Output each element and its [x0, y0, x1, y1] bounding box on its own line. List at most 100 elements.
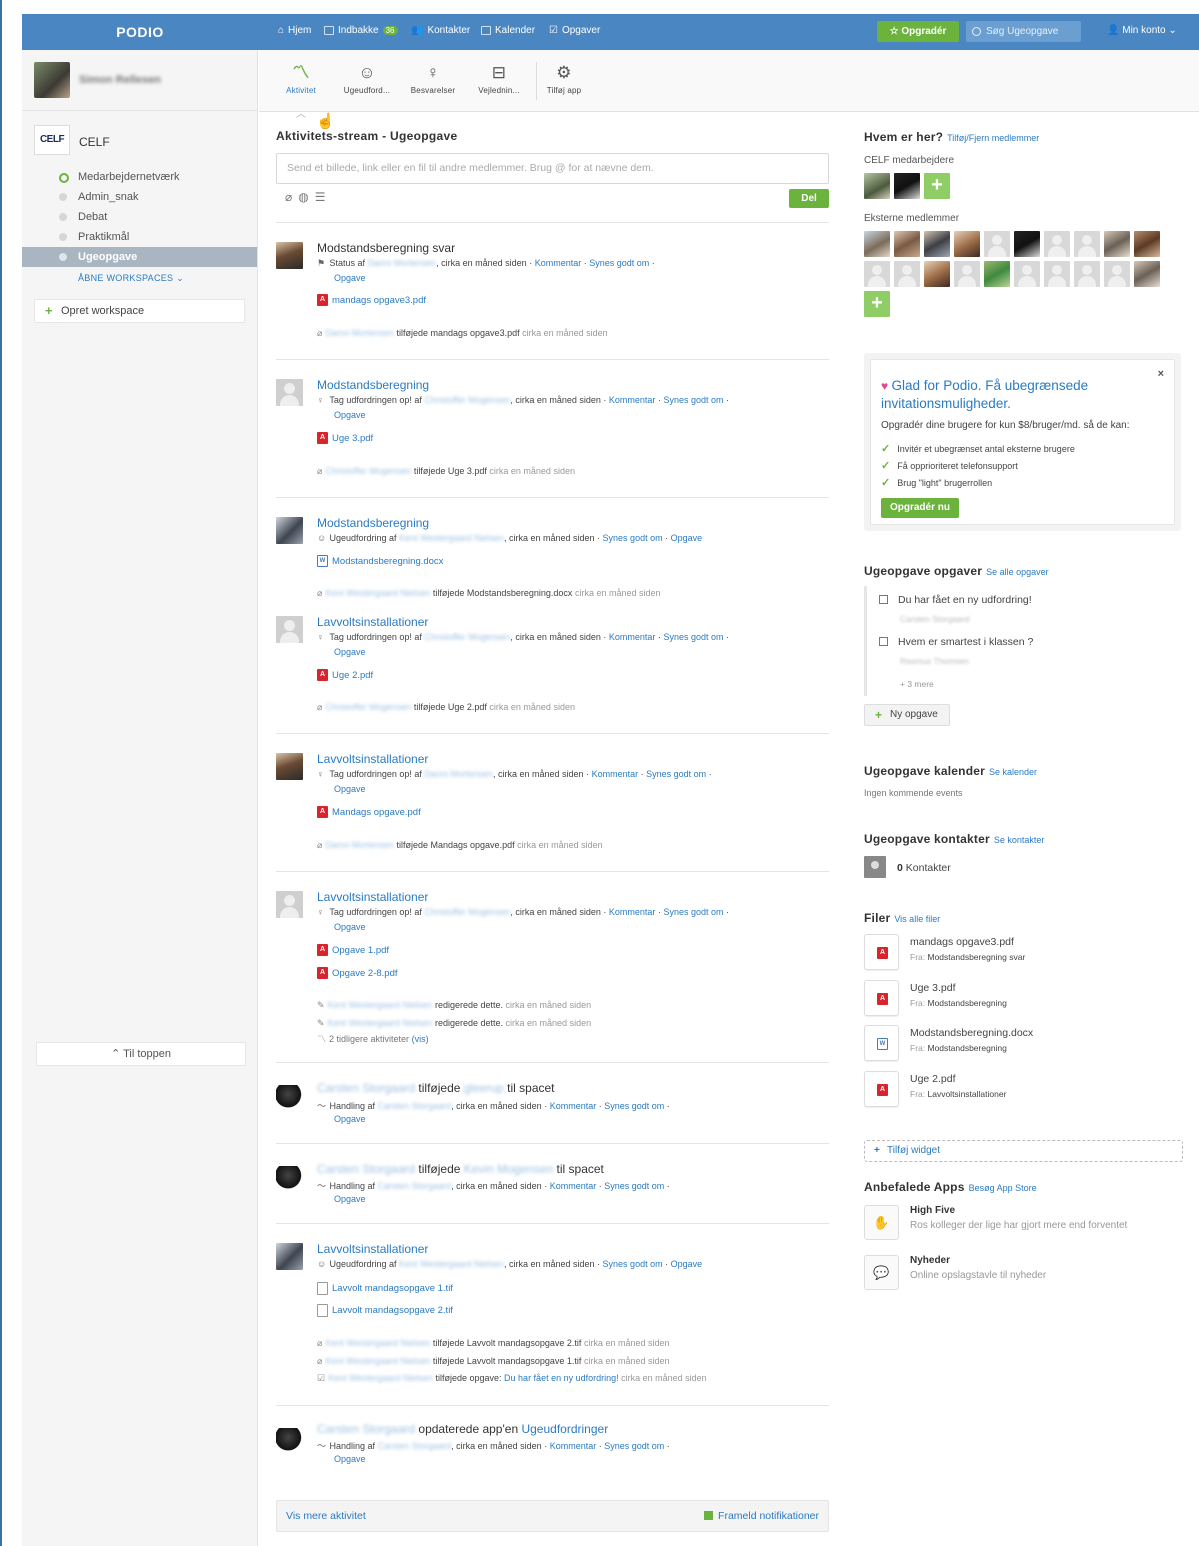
nav-calendar[interactable]: Kalender [481, 25, 535, 36]
avatar[interactable] [894, 261, 920, 287]
nav-tasks[interactable]: ☑ Opgaver [549, 25, 600, 36]
task-link[interactable]: Opgave [334, 1454, 366, 1464]
task-link[interactable]: Opgave [334, 410, 366, 420]
avatar[interactable] [1014, 261, 1040, 287]
nav-inbox[interactable]: Indbakke 36 [324, 25, 398, 36]
see-all-tasks-link[interactable]: Se alle opgaver [986, 567, 1049, 577]
see-all-files-link[interactable]: Vis alle filer [894, 914, 940, 924]
avatar[interactable] [954, 261, 980, 287]
like-link[interactable]: Synes godt om [603, 1259, 663, 1269]
open-workspaces-link[interactable]: ÅBNE WORKSPACES ⌄ [22, 267, 257, 289]
avatar[interactable] [276, 753, 303, 780]
comment-link[interactable]: Kommentar [609, 632, 656, 642]
add-widget-button[interactable]: + Tilføj widget [864, 1140, 1183, 1162]
attachment-link[interactable]: Amandags opgave3.pdf [317, 294, 426, 306]
avatar[interactable] [954, 231, 980, 257]
task-checkbox[interactable] [879, 595, 888, 604]
avatar[interactable] [276, 616, 303, 643]
task-link[interactable]: Opgave [671, 1259, 703, 1269]
new-task-button[interactable]: + Ny opgave [864, 704, 950, 726]
feed-title[interactable]: Modstandsberegning [317, 516, 429, 530]
workspace-ugeopgave[interactable]: Ugeopgave [22, 247, 257, 267]
avatar[interactable] [864, 261, 890, 287]
avatar[interactable] [984, 231, 1010, 257]
avatar[interactable] [276, 1166, 303, 1193]
share-button[interactable]: Del [789, 189, 829, 208]
like-link[interactable]: Synes godt om [663, 907, 723, 917]
comment-link[interactable]: Kommentar [609, 395, 656, 405]
task-link[interactable]: Opgave [334, 273, 366, 283]
like-link[interactable]: Synes godt om [603, 533, 663, 543]
attachment-link[interactable]: Lavvolt mandagsopgave 2.tif [317, 1304, 453, 1317]
like-link[interactable]: Synes godt om [589, 258, 649, 268]
avatar[interactable] [924, 231, 950, 257]
see-contacts-link[interactable]: Se kontakter [994, 835, 1045, 845]
avatar[interactable] [864, 173, 890, 199]
view-earlier-link[interactable]: (vis) [412, 1034, 429, 1044]
avatar[interactable] [276, 891, 303, 918]
avatar[interactable] [276, 1085, 303, 1112]
file-item[interactable]: A Uge 2.pdf Fra: Lavvoltsinstallationer [864, 1071, 1184, 1111]
workspace-debat[interactable]: Debat [22, 207, 257, 227]
file-item[interactable]: A Uge 3.pdf Fra: Modstandsberegning [864, 980, 1184, 1020]
avatar[interactable] [1044, 231, 1070, 257]
manage-members-link[interactable]: Tilføj/Fjern medlemmer [947, 133, 1039, 143]
close-icon[interactable]: × [1158, 368, 1164, 380]
app-vejledninger[interactable]: ⊟ Vejlednin... [467, 62, 531, 95]
see-calendar-link[interactable]: Se kalender [989, 767, 1037, 777]
task-link[interactable]: Opgave [334, 647, 366, 657]
create-workspace-button[interactable]: + Opret workspace [34, 299, 245, 323]
avatar[interactable] [276, 1243, 303, 1270]
to-top-button[interactable]: ⌃ Til toppen [36, 1042, 246, 1066]
avatar[interactable] [34, 62, 70, 98]
upgrade-now-button[interactable]: Opgradér nu [881, 498, 959, 518]
like-link[interactable]: Synes godt om [646, 769, 706, 779]
avatar[interactable] [276, 1428, 303, 1455]
app-store-link[interactable]: Besøg App Store [969, 1183, 1037, 1193]
avatar[interactable] [864, 231, 890, 257]
feed-title[interactable]: Lavvoltsinstallationer [317, 752, 428, 766]
task-item[interactable]: Hvem er smartest i klassen ? [879, 636, 1033, 648]
recommended-app[interactable]: ✋ High Five Ros kolleger der lige har gj… [864, 1205, 1184, 1245]
globe-icon[interactable]: ◍ [298, 190, 314, 204]
task-link[interactable]: Opgave [334, 1194, 366, 1204]
task-checkbox[interactable] [879, 637, 888, 646]
status-composer-input[interactable]: Send et billede, link eller en fil til a… [276, 153, 829, 184]
app-besvarelser[interactable]: ♀ Besvarelser [401, 62, 465, 95]
app-ugeudfordringer[interactable]: ☺ Ugeudford... [335, 62, 399, 95]
avatar[interactable] [894, 231, 920, 257]
task-link[interactable]: Opgave [671, 533, 703, 543]
workspace-praktikmaal[interactable]: Praktikmål [22, 227, 257, 247]
avatar[interactable] [894, 173, 920, 199]
organization-header[interactable]: CELF CELF [22, 111, 257, 167]
attachment-link[interactable]: A Mandags opgave.pdf [317, 806, 421, 818]
list-icon[interactable]: ☰ [315, 190, 332, 204]
feed-title[interactable]: Modstandsberegning svar [317, 241, 455, 255]
comment-link[interactable]: Kommentar [550, 1101, 597, 1111]
like-link[interactable]: Synes godt om [604, 1441, 664, 1451]
more-tasks-link[interactable]: + 3 mere [900, 679, 934, 689]
avatar[interactable] [276, 379, 303, 406]
recommended-app[interactable]: 💬 Nyheder Online opslagstavle til nyhede… [864, 1255, 1184, 1295]
user-profile[interactable]: Simon Rellesen [22, 50, 257, 111]
avatar[interactable] [1014, 231, 1040, 257]
task-link[interactable]: Du har fået en ny udfordring! [504, 1373, 619, 1383]
like-link[interactable]: Synes godt om [604, 1181, 664, 1191]
avatar[interactable] [1044, 261, 1070, 287]
task-link[interactable]: Opgave [334, 1114, 366, 1124]
user-name[interactable]: Simon Rellesen [79, 74, 161, 86]
unsubscribe-link[interactable]: Frameld notifikationer [704, 1501, 819, 1531]
avatar[interactable] [1074, 261, 1100, 287]
task-item[interactable]: Du har fået en ny udfordring! [879, 594, 1032, 606]
add-member-button[interactable]: + [924, 173, 950, 199]
comment-link[interactable]: Kommentar [535, 258, 582, 268]
task-link[interactable]: Opgave [334, 922, 366, 932]
attachment-link[interactable]: W Modstandsberegning.docx [317, 555, 443, 567]
app-add[interactable]: ⚙ Tilføj app [532, 62, 596, 95]
show-more-button[interactable]: Vis mere aktivitet [286, 1501, 366, 1531]
avatar[interactable] [1074, 231, 1100, 257]
avatar[interactable] [1134, 261, 1160, 287]
app-aktivitet[interactable]: 〽 Aktivitet [269, 62, 333, 95]
comment-link[interactable]: Kommentar [550, 1441, 597, 1451]
comment-link[interactable]: Kommentar [550, 1181, 597, 1191]
